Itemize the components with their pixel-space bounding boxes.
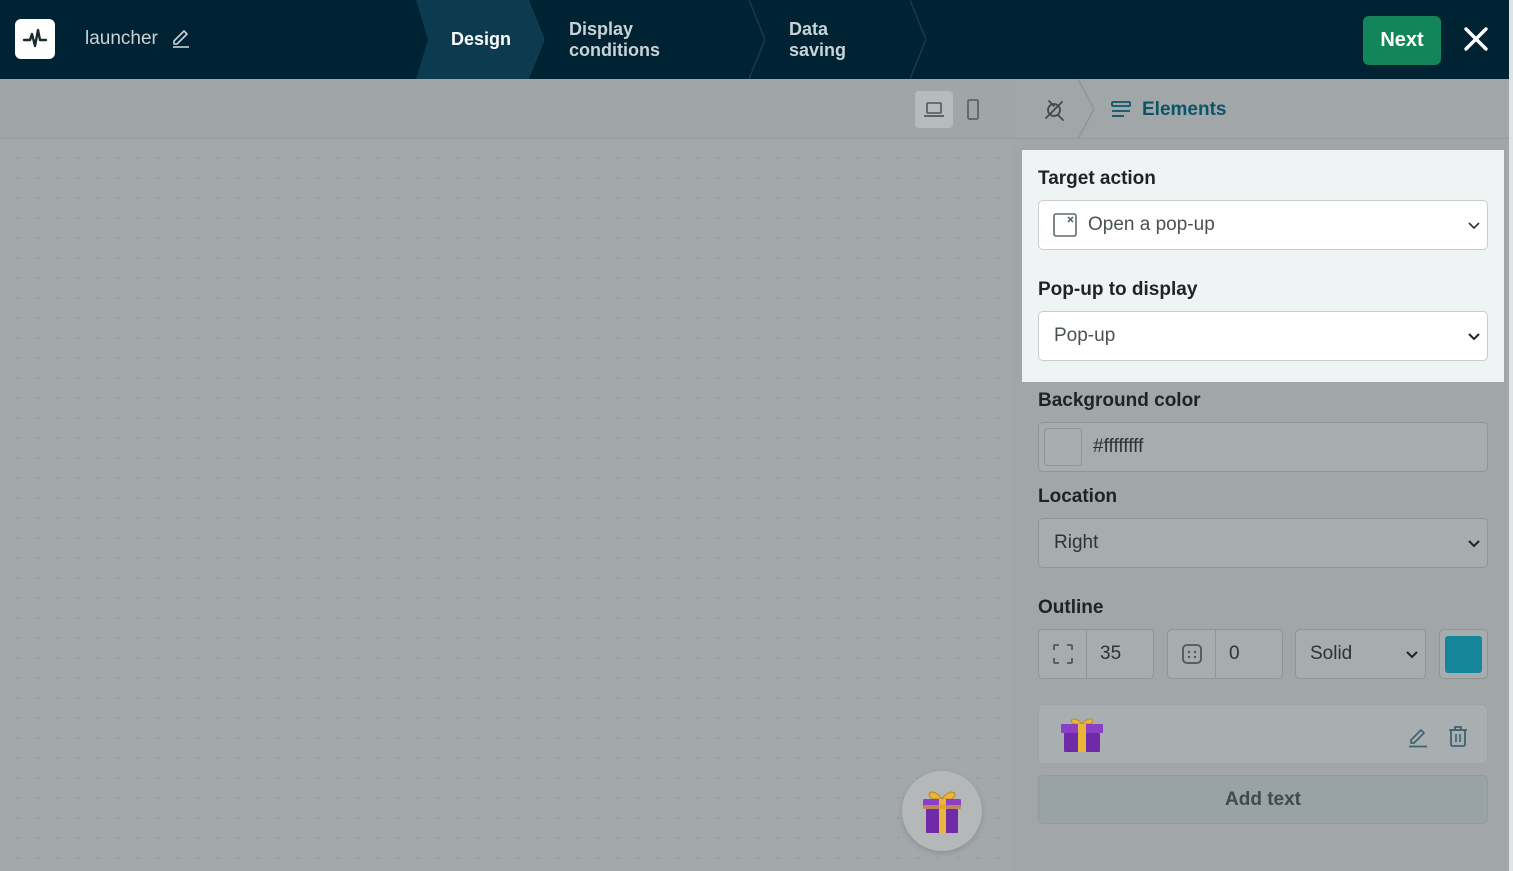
outline-style-value: Solid: [1310, 643, 1353, 664]
design-tools-icon[interactable]: [1040, 96, 1068, 124]
outline-radius-icon-wrap: [1168, 630, 1216, 678]
location-label: Location: [1038, 486, 1118, 507]
chevron-down-icon: [1406, 651, 1418, 659]
launcher-preview[interactable]: [902, 771, 982, 851]
breadcrumb-elements-label: Elements: [1142, 99, 1227, 120]
location-select[interactable]: Right: [1038, 518, 1488, 568]
step-data-saving-label: Data saving: [789, 18, 847, 60]
step-display-conditions-label: Display conditions: [569, 18, 660, 60]
popup-icon: [1053, 213, 1077, 237]
outline-radius-field[interactable]: 0: [1167, 629, 1283, 679]
step-display-conditions[interactable]: Display conditions: [569, 0, 660, 79]
chevron-down-icon: [1468, 540, 1480, 548]
popup-to-display-value: Pop-up: [1054, 325, 1116, 346]
pencil-icon[interactable]: [1406, 724, 1430, 748]
breadcrumb-separator: [1078, 79, 1094, 139]
gift-icon: [923, 791, 961, 833]
step-data-saving[interactable]: Data saving: [789, 0, 846, 79]
step-design-label: Design: [451, 29, 512, 49]
outline-radius-value: 0: [1229, 643, 1240, 664]
popup-to-display-select[interactable]: Pop-up: [1038, 311, 1488, 361]
target-action-select[interactable]: Open a pop-up: [1038, 200, 1488, 250]
background-color-value: #ffffffff: [1093, 436, 1144, 457]
gift-icon: [1061, 718, 1103, 752]
project-name: launcher: [85, 28, 158, 49]
outline-color-swatch: [1445, 635, 1482, 673]
target-action-value: Open a pop-up: [1088, 214, 1215, 235]
breadcrumb-elements[interactable]: Elements: [1110, 96, 1226, 124]
background-color-swatch[interactable]: [1044, 428, 1082, 466]
step-separator: [749, 0, 765, 79]
background-color-label: Background color: [1038, 390, 1201, 411]
popup-to-display-label: Pop-up to display: [1038, 279, 1198, 300]
background-color-field[interactable]: #ffffffff: [1038, 422, 1488, 472]
laptop-icon: [924, 101, 944, 117]
outline-size-value: 35: [1100, 643, 1122, 664]
step-design[interactable]: Design: [451, 0, 511, 79]
app-logo[interactable]: [15, 19, 55, 59]
target-action-label: Target action: [1038, 168, 1156, 189]
border-width-icon: [1052, 644, 1073, 664]
trash-icon[interactable]: [1446, 724, 1470, 748]
step-separator: [910, 0, 926, 79]
outline-color-picker[interactable]: [1439, 629, 1488, 679]
mobile-view-button[interactable]: [954, 91, 992, 128]
border-radius-icon: [1181, 644, 1202, 664]
pulse-icon: [22, 28, 48, 48]
chevron-down-icon: [1468, 222, 1480, 230]
canvas-toolbar: [0, 79, 1013, 139]
location-value: Right: [1054, 532, 1099, 553]
outline-size-icon-wrap: [1039, 630, 1087, 678]
add-text-button[interactable]: Add text: [1038, 775, 1488, 824]
desktop-view-button[interactable]: [915, 91, 953, 128]
design-canvas[interactable]: [0, 140, 1013, 871]
panel-scrollbar[interactable]: [1509, 0, 1513, 871]
step-separator: [528, 0, 544, 79]
pencil-icon[interactable]: [170, 26, 192, 48]
next-button[interactable]: Next: [1363, 16, 1441, 65]
top-bar: launcher Design Display conditions Data …: [0, 0, 1509, 79]
outline-size-field[interactable]: 35: [1038, 629, 1154, 679]
mobile-icon: [967, 98, 979, 120]
device-switcher: [915, 91, 993, 128]
chevron-down-icon: [1468, 333, 1480, 341]
outline-style-select[interactable]: Solid: [1295, 629, 1426, 679]
elements-icon: [1111, 101, 1131, 117]
close-icon[interactable]: [1462, 25, 1490, 53]
outline-label: Outline: [1038, 597, 1104, 618]
